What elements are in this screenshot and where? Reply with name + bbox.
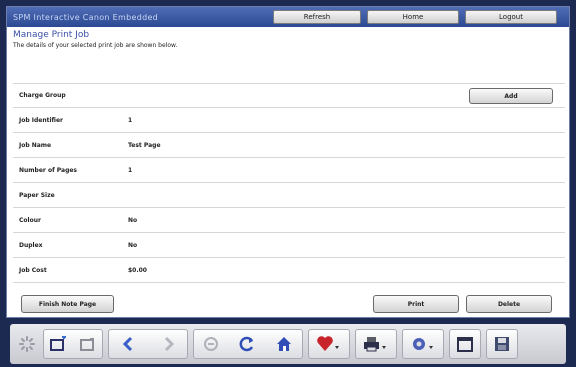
field-value: Test Page bbox=[128, 141, 161, 149]
field-row-job-identifier: Job Identifier 1 bbox=[13, 108, 565, 133]
page-control-group bbox=[193, 329, 303, 359]
favorites-button[interactable] bbox=[308, 329, 350, 359]
field-label: Paper Size bbox=[19, 191, 55, 199]
calendar-icon bbox=[457, 337, 473, 352]
page-header: Manage Print Job The details of your sel… bbox=[13, 29, 565, 50]
printer-icon bbox=[364, 337, 386, 352]
delete-button[interactable]: Delete bbox=[466, 295, 552, 313]
field-label: Number of Pages bbox=[19, 166, 77, 174]
device-taskbar bbox=[10, 324, 566, 364]
page-title: Manage Print Job bbox=[13, 30, 90, 40]
page-subtitle: The details of your selected print job a… bbox=[13, 42, 178, 49]
field-row-colour: Colour No bbox=[13, 208, 565, 233]
reload-icon[interactable] bbox=[238, 335, 256, 353]
job-details-table: Charge Group Add Job Identifier 1 Job Na… bbox=[13, 83, 565, 283]
field-value: No bbox=[128, 216, 138, 224]
field-value: 1 bbox=[128, 166, 133, 174]
field-label: Job Cost bbox=[19, 266, 47, 274]
field-row-number-of-pages: Number of Pages 1 bbox=[13, 158, 565, 183]
logout-button[interactable]: Logout bbox=[465, 10, 557, 24]
browser-screen: SPM Interactive Canon Embedded Refresh H… bbox=[6, 6, 570, 318]
gear-icon bbox=[413, 338, 433, 350]
save-icon bbox=[495, 337, 509, 351]
field-label: Colour bbox=[19, 216, 41, 224]
window-icon[interactable] bbox=[80, 337, 96, 351]
field-row-paper-size: Paper Size bbox=[13, 183, 565, 208]
save-button[interactable] bbox=[486, 329, 518, 359]
field-row-charge-group: Charge Group Add bbox=[13, 83, 565, 108]
navigation-group bbox=[108, 329, 188, 359]
printer-menu-button[interactable] bbox=[355, 329, 397, 359]
home-button[interactable]: Home bbox=[367, 10, 459, 24]
refresh-button[interactable]: Refresh bbox=[273, 10, 361, 24]
spinner-icon bbox=[16, 329, 38, 359]
finish-note-page-button[interactable]: Finish Note Page bbox=[21, 295, 114, 313]
window-group bbox=[43, 329, 103, 359]
app-title: SPM Interactive Canon Embedded bbox=[13, 12, 159, 22]
field-label: Job Identifier bbox=[19, 116, 64, 124]
heart-icon bbox=[317, 336, 339, 351]
field-label: Duplex bbox=[19, 241, 43, 249]
back-arrow-icon[interactable] bbox=[121, 336, 137, 352]
settings-menu-button[interactable] bbox=[402, 329, 444, 359]
field-value: No bbox=[128, 241, 138, 249]
calendar-button[interactable] bbox=[449, 329, 481, 359]
forward-arrow-icon[interactable] bbox=[160, 336, 176, 352]
field-value: 1 bbox=[128, 116, 133, 124]
window-add-icon[interactable] bbox=[50, 336, 68, 352]
field-label: Job Name bbox=[19, 141, 52, 149]
field-row-duplex: Duplex No bbox=[13, 233, 565, 258]
field-row-job-name: Job Name Test Page bbox=[13, 133, 565, 158]
print-button[interactable]: Print bbox=[373, 295, 459, 313]
field-label: Charge Group bbox=[19, 92, 66, 99]
home-icon[interactable] bbox=[275, 335, 293, 353]
title-bar: SPM Interactive Canon Embedded Refresh H… bbox=[7, 7, 569, 27]
field-row-job-cost: Job Cost $0.00 bbox=[13, 258, 565, 283]
field-value: $0.00 bbox=[128, 266, 147, 274]
stop-icon[interactable] bbox=[203, 336, 219, 352]
add-charge-group-button[interactable]: Add bbox=[469, 88, 553, 104]
